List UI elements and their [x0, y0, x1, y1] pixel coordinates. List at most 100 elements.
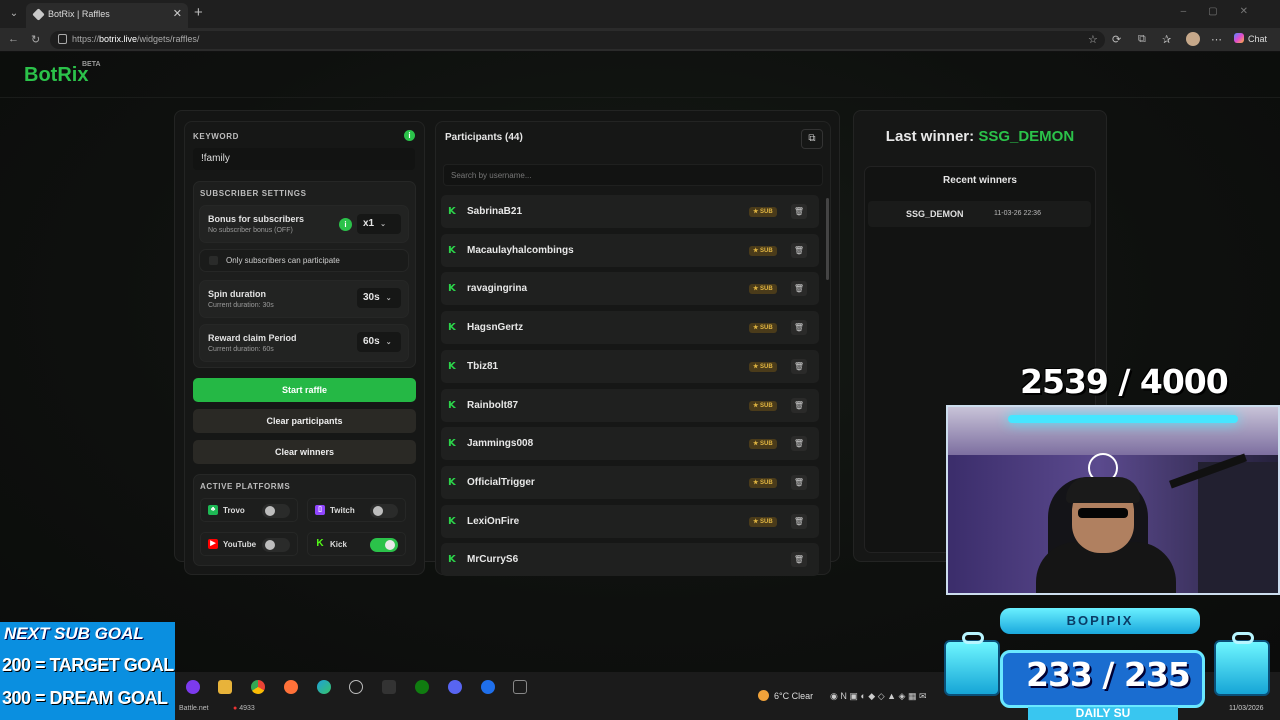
participant-search-input[interactable]: Search by username... [443, 164, 823, 186]
platform-name: Kick [330, 540, 347, 549]
sub-badge: ★ SUB [749, 284, 777, 294]
delete-participant-icon[interactable]: 🗑 [791, 436, 807, 451]
clear-participants-button[interactable]: Clear participants [193, 409, 416, 433]
trovo-toggle[interactable] [262, 504, 290, 518]
recent-winner-name: SSG_DEMON [906, 209, 964, 219]
site-info-icon[interactable] [58, 34, 67, 44]
app-icon[interactable] [186, 680, 200, 694]
participant-name: SabrinaB21 [467, 206, 523, 217]
tab-close-icon[interactable]: ✕ [173, 7, 182, 20]
refresh-icon[interactable]: ↻ [31, 33, 40, 46]
xbox-icon[interactable] [415, 680, 429, 694]
participant-name: OfficialTrigger [467, 477, 535, 488]
url-text: https://botrix.live/widgets/raffles/ [72, 34, 200, 44]
davinci-icon[interactable] [382, 680, 396, 694]
gift-icon [944, 632, 1000, 696]
claim-period-select[interactable]: 60s ⌄ [357, 332, 401, 352]
start-raffle-button[interactable]: Start raffle [193, 378, 416, 402]
participant-row: Kravagingrina ★ SUB 🗑 [441, 272, 819, 305]
kick-toggle[interactable] [370, 538, 398, 552]
dream-goal-line: 300 = DREAM GOAL [2, 688, 168, 708]
header-divider [0, 97, 1280, 98]
chrome-icon[interactable] [251, 680, 265, 694]
bonus-subtitle: No subscriber bonus (OFF) [208, 227, 293, 234]
bonus-info-icon[interactable]: i [339, 218, 352, 231]
only-subs-checkbox[interactable] [209, 256, 218, 265]
app-icon[interactable] [349, 680, 363, 694]
copilot-chat-button[interactable]: Chat [1234, 33, 1267, 44]
delete-participant-icon[interactable]: 🗑 [791, 398, 807, 413]
bonus-multiplier-select[interactable]: x1 ⌄ [357, 214, 401, 234]
platform-trovo: ♣ Trovo [200, 498, 298, 522]
participant-row: K Rainbolt87 ★ SUB 🗑 [441, 389, 819, 422]
browser-tab-botrix[interactable]: BotRix | Raffles ✕ [26, 3, 188, 28]
daily-goal-banner: BOPIPIX [1000, 608, 1200, 634]
participant-name: HagsnGertz [467, 322, 524, 333]
discord-icon[interactable] [448, 680, 462, 694]
copy-icon[interactable]: ⧉ [801, 129, 823, 149]
participant-name: ravagingrina [467, 283, 528, 294]
sub-badge: ★ SUB [749, 517, 777, 527]
youtube-toggle[interactable] [262, 538, 290, 552]
beta-badge: BETA [82, 61, 101, 68]
participant-row: K Macaulayhalcombings ★ SUB 🗑 [441, 234, 819, 267]
twitch-toggle[interactable] [370, 504, 398, 518]
participant-row: K OfficialTrigger ★ SUB 🗑 [441, 466, 819, 499]
kick-icon: K [448, 477, 456, 488]
url-bar[interactable]: https://botrix.live/widgets/raffles/ [50, 31, 1105, 49]
app-icon[interactable] [513, 680, 527, 694]
platform-name: Trovo [223, 506, 245, 515]
participants-scrollbar[interactable] [826, 198, 829, 280]
more-menu-icon[interactable]: ⋯ [1211, 33, 1222, 46]
participants-title: Participants (44) [445, 132, 523, 143]
twitch-icon: ▯ [315, 505, 325, 515]
notification-count: ● 4933 [233, 705, 255, 712]
firefox-icon[interactable] [284, 680, 298, 694]
next-sub-goal-title: NEXT SUB GOAL [4, 624, 144, 643]
keyword-label: KEYWORD [193, 132, 239, 141]
keyword-info-icon[interactable]: i [404, 130, 415, 141]
delete-participant-icon[interactable]: 🗑 [791, 475, 807, 490]
delete-participant-icon[interactable]: 🗑 [791, 243, 807, 258]
spin-duration-select[interactable]: 30s ⌄ [357, 288, 401, 308]
platform-youtube: ▶ YouTube [200, 532, 298, 556]
profile-avatar[interactable] [1186, 32, 1200, 46]
battle-net-label: Battle.net [179, 705, 209, 712]
keyword-input[interactable]: !family [193, 148, 415, 170]
recent-winners-title: Recent winners [943, 175, 1017, 186]
gift-icon [1214, 632, 1270, 696]
clear-winners-button[interactable]: Clear winners [193, 440, 416, 464]
kick-icon: K [448, 438, 456, 449]
delete-participant-icon[interactable]: 🗑 [791, 281, 807, 296]
delete-participant-icon[interactable]: 🗑 [791, 359, 807, 374]
platform-name: Twitch [330, 506, 355, 515]
delete-participant-icon[interactable]: 🗑 [791, 514, 807, 529]
participant-name: Rainbolt87 [467, 400, 519, 411]
delete-participant-icon[interactable]: 🗑 [791, 552, 807, 567]
delete-participant-icon[interactable]: 🗑 [791, 204, 807, 219]
battle-net-icon[interactable] [481, 680, 495, 694]
split-screen-icon[interactable]: ⧉ [1138, 33, 1146, 46]
last-winner-heading: Last winner: SSG_DEMON [885, 128, 1075, 145]
weather-widget[interactable]: 6°C Clear [758, 690, 813, 701]
back-icon[interactable]: ← [8, 33, 19, 45]
file-explorer-icon[interactable] [218, 680, 232, 694]
kick-icon: K [448, 245, 456, 256]
tab-list-chevron-icon[interactable]: ⌄ [6, 6, 22, 22]
participant-row: K Jammings008 ★ SUB 🗑 [441, 427, 819, 460]
system-tray[interactable]: ◉ N ▣ ◐ ◆ ◇ ▲ ◈ ▦ ✉ [830, 691, 927, 702]
new-tab-icon[interactable]: + [194, 4, 203, 21]
edge-icon[interactable] [317, 680, 331, 694]
delete-participant-icon[interactable]: 🗑 [791, 320, 807, 335]
sub-badge: ★ SUB [749, 362, 777, 372]
favorite-star-icon[interactable]: ☆ [1088, 33, 1098, 46]
daily-goal-label: DAILY SU [1028, 707, 1178, 720]
botrix-logo[interactable]: BotRix [24, 64, 88, 87]
favorites-icon[interactable]: ✰ [1162, 33, 1171, 46]
tab-title: BotRix | Raffles [48, 9, 110, 19]
kick-icon: K [448, 322, 456, 333]
window-controls[interactable]: –▢✕ [1181, 6, 1270, 17]
participant-row: K SabrinaB21 ★ SUB 🗑 [441, 195, 819, 228]
extensions-icon[interactable]: ⟳ [1112, 33, 1121, 46]
participant-name: MrCurryS6 [467, 554, 519, 565]
